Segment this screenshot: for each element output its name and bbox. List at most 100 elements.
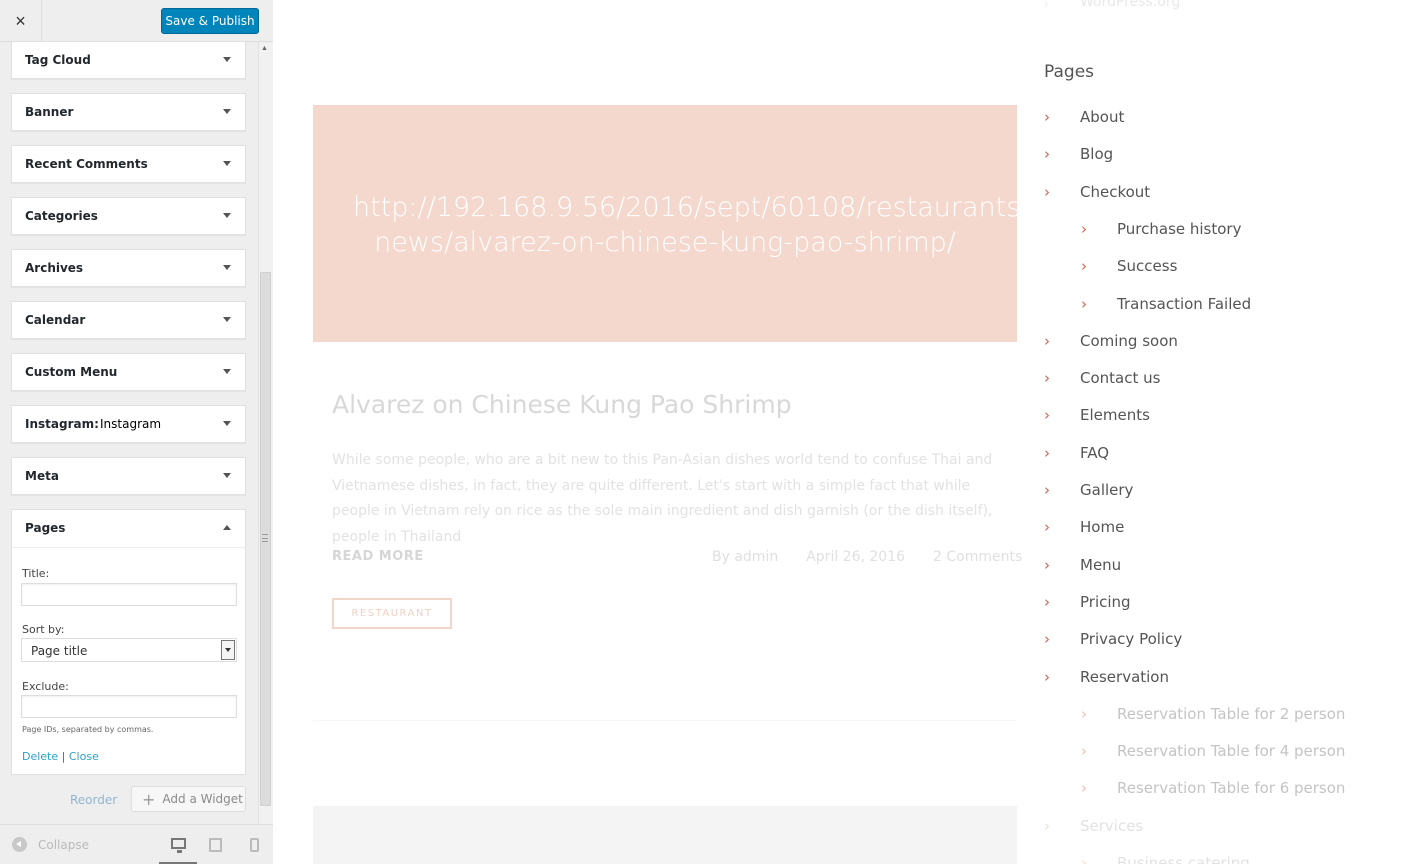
page-link[interactable]: Pricing (1080, 593, 1131, 611)
widget-row[interactable]: Instagram: Instagram (11, 405, 246, 443)
page-link[interactable]: Reservation (1080, 668, 1169, 686)
page-link[interactable]: Gallery (1080, 481, 1133, 499)
chevron-right-icon: › (1044, 369, 1050, 388)
post-date[interactable]: April 26, 2016 (806, 549, 905, 565)
sort-by-value: Page title (31, 644, 88, 658)
chevron-right-icon: › (1044, 667, 1050, 686)
chevron-right-icon: › (1044, 630, 1050, 649)
widget-title: Meta (25, 469, 59, 483)
widget-subtitle: Instagram (100, 417, 162, 431)
chevron-right-icon: › (1044, 555, 1050, 574)
expand-arrow-icon[interactable] (223, 265, 231, 270)
chevron-right-icon: › (1081, 704, 1087, 723)
widget-title: Categories (25, 209, 98, 223)
scroll-up-arrow-icon[interactable]: ▲ (261, 45, 268, 52)
post-author[interactable]: By admin (712, 549, 778, 565)
next-post-block (313, 806, 1017, 864)
chevron-right-icon: › (1044, 0, 1049, 11)
post-excerpt: While some people, who are a bit new to … (332, 452, 993, 545)
widget-row[interactable]: Custom Menu (11, 353, 246, 391)
page-link[interactable]: Purchase history (1117, 220, 1241, 238)
chevron-right-icon: › (1044, 518, 1050, 537)
delete-link[interactable]: Delete (22, 750, 58, 763)
dropdown-arrow-icon[interactable] (221, 640, 235, 660)
close-link[interactable]: Close (69, 750, 99, 763)
collapse-arrow-icon[interactable] (223, 525, 231, 530)
post-title[interactable]: Alvarez on Chinese Kung Pao Shrimp (332, 390, 792, 419)
exclude-input[interactable] (21, 695, 237, 718)
expand-arrow-icon[interactable] (223, 109, 231, 114)
widget-title: Calendar (25, 313, 86, 327)
collapse-icon (12, 837, 27, 852)
page-link[interactable]: Services (1080, 817, 1143, 835)
title-label: Title: (22, 567, 50, 580)
title-input[interactable] (21, 583, 237, 606)
expand-arrow-icon[interactable] (223, 213, 231, 218)
reorder-link[interactable]: Reorder (70, 793, 117, 807)
page-link[interactable]: Privacy Policy (1080, 630, 1182, 648)
add-widget-button[interactable]: + Add a Widget (131, 786, 246, 812)
expand-arrow-icon[interactable] (223, 317, 231, 322)
post-comments[interactable]: 2 Comments (933, 549, 1022, 565)
page-link[interactable]: Contact us (1080, 369, 1160, 387)
page-link[interactable]: Blog (1080, 145, 1113, 163)
pages-widget: Pages Title: Sort by: Page title Exclude… (11, 509, 246, 775)
collapse-button[interactable]: Collapse (12, 837, 89, 852)
expand-arrow-icon[interactable] (223, 161, 231, 166)
expand-arrow-icon[interactable] (223, 473, 231, 478)
page-link[interactable]: Success (1117, 257, 1177, 275)
page-link[interactable]: Reservation Table for 2 person (1117, 705, 1345, 723)
sort-by-select[interactable]: Page title (21, 638, 237, 662)
page-link[interactable]: Elements (1080, 406, 1150, 424)
chevron-right-icon: › (1081, 294, 1087, 313)
widget-row[interactable]: Banner (11, 93, 246, 131)
site-preview: http://192.168.9.56/2016/sept/60108/rest… (274, 0, 1419, 864)
chevron-right-icon: › (1081, 219, 1087, 238)
desktop-preview-icon[interactable] (171, 838, 186, 853)
chevron-right-icon: › (1044, 108, 1050, 126)
chevron-right-icon: › (1044, 145, 1050, 164)
page-link[interactable]: Business catering (1117, 854, 1250, 864)
page-link[interactable]: Menu (1080, 556, 1121, 574)
mobile-preview-icon[interactable] (250, 838, 259, 852)
expand-arrow-icon[interactable] (223, 369, 231, 374)
add-widget-label: Add a Widget (162, 792, 243, 806)
widget-row[interactable]: Tag Cloud (11, 41, 246, 79)
post-featured-banner[interactable]: http://192.168.9.56/2016/sept/60108/rest… (313, 105, 1031, 342)
close-icon[interactable]: × (0, 0, 42, 42)
banner-url-text: http://192.168.9.56/2016/sept/60108/rest… (353, 192, 1031, 258)
page-link[interactable]: About (1080, 108, 1124, 126)
widget-row[interactable]: Meta (11, 457, 246, 495)
pages-heading: Pages (1044, 62, 1095, 82)
widget-row[interactable]: Recent Comments (11, 145, 246, 183)
sort-by-label: Sort by: (22, 623, 65, 636)
widget-title: Tag Cloud (25, 53, 91, 67)
category-tag-button[interactable]: RESTAURANT (332, 598, 452, 629)
widget-row[interactable]: Archives (11, 249, 246, 287)
scroll-grip-icon (262, 534, 268, 542)
chevron-right-icon: › (1044, 182, 1050, 201)
tablet-preview-icon[interactable] (209, 838, 222, 852)
page-link[interactable]: Reservation Table for 6 person (1117, 779, 1345, 797)
page-link[interactable]: Home (1080, 518, 1124, 536)
pages-sidebar-widget: › WordPress.org Pages › About › Blog › Checko… (1044, 0, 1419, 864)
pages-widget-header[interactable]: Pages (12, 510, 245, 548)
chevron-right-icon: › (1081, 854, 1087, 864)
plus-icon: + (142, 789, 156, 809)
chevron-right-icon: › (1044, 481, 1050, 499)
page-link[interactable]: Checkout (1080, 183, 1150, 201)
wordpress-org-link[interactable]: WordPress.org (1080, 0, 1180, 10)
chevron-right-icon: › (1044, 406, 1050, 425)
widget-title: Custom Menu (25, 365, 118, 379)
chevron-right-icon: › (1044, 816, 1050, 835)
widget-row[interactable]: Categories (11, 197, 246, 235)
save-publish-button[interactable]: Save & Publish (161, 8, 259, 34)
page-link[interactable]: Transaction Failed (1117, 295, 1251, 313)
expand-arrow-icon[interactable] (223, 421, 231, 426)
widget-row[interactable]: Calendar (11, 301, 246, 339)
expand-arrow-icon[interactable] (223, 57, 231, 62)
page-link[interactable]: Reservation Table for 4 person (1117, 742, 1345, 760)
read-more-link[interactable]: READ MORE (332, 549, 424, 564)
page-link[interactable]: FAQ (1080, 444, 1109, 462)
page-link[interactable]: Coming soon (1080, 332, 1178, 350)
